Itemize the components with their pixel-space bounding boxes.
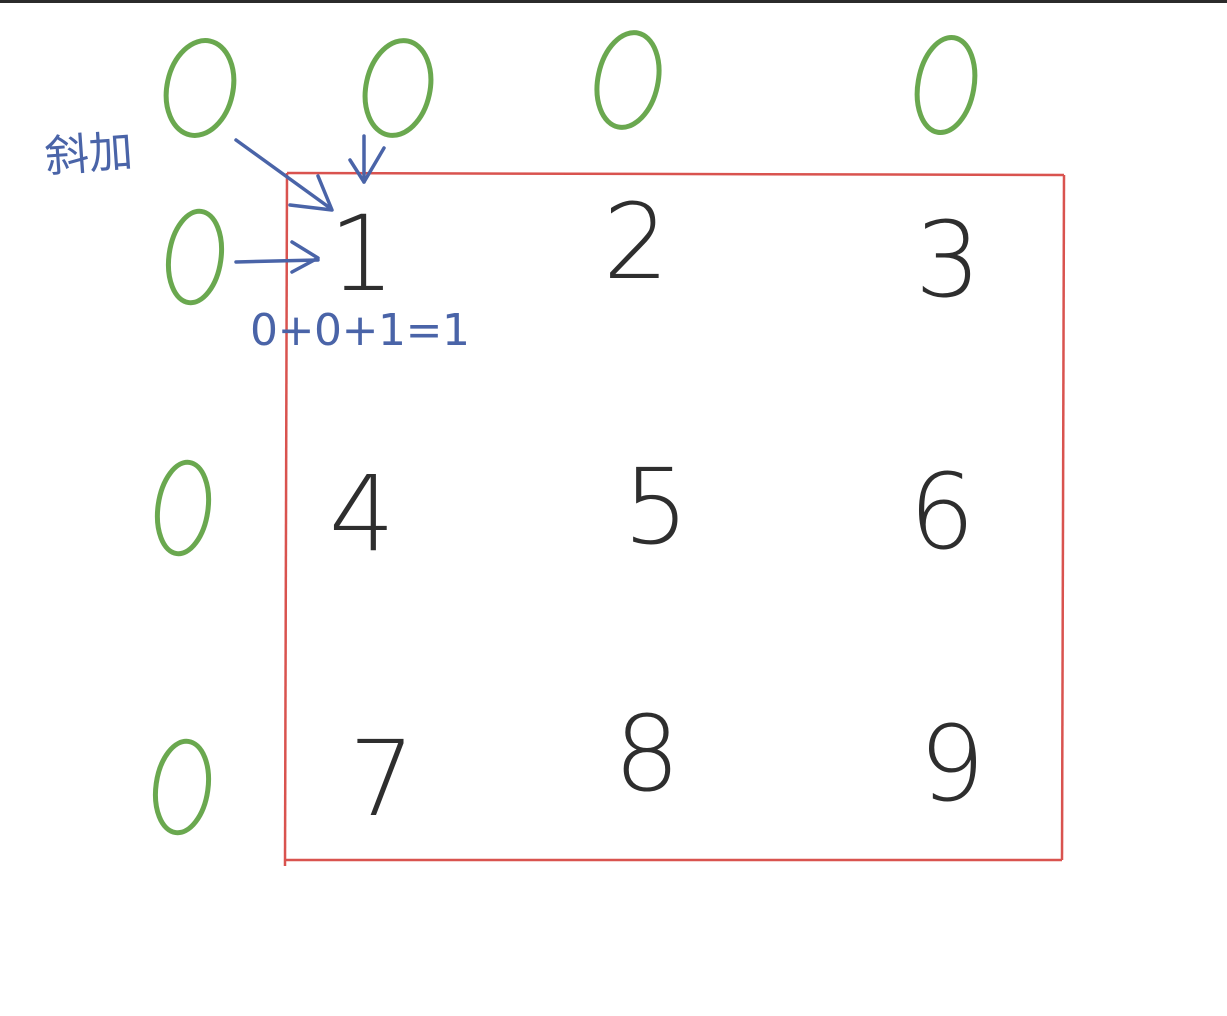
padding-zero-label: 0	[0, 0, 1, 1]
padding-zero-label: 0	[0, 0, 1, 1]
matrix-border-right	[1060, 174, 1066, 861]
matrix-cell: 9	[919, 703, 985, 825]
padding-zero	[165, 208, 225, 306]
corner-label: 斜加	[43, 126, 134, 183]
diagram-canvas: 0 0 0 0 0 0 0 1 2 3 4 5 6 7 8 9 斜加 0+0+1…	[0, 0, 1066, 867]
matrix-border-top	[286, 171, 1065, 177]
matrix-cell: 5	[623, 446, 689, 568]
padding-zero-label: 0	[0, 0, 1, 1]
matrix-cell: 4	[329, 453, 395, 575]
matrix-cell: 3	[915, 199, 981, 321]
padding-zero	[152, 738, 212, 836]
padding-zero	[594, 30, 662, 130]
padding-left-column: 0 0 0	[0, 0, 225, 836]
sum-expression: 0+0+1=1	[250, 305, 470, 356]
padding-zero-label: 0	[0, 0, 1, 1]
padding-zero-label: 0	[0, 0, 1, 1]
right-arrowhead-icon	[290, 240, 320, 274]
matrix-cell: 8	[614, 693, 680, 815]
matrix-border-left	[283, 172, 289, 867]
matrix-cell: 6	[909, 451, 975, 573]
padding-zero-label: 0	[0, 0, 1, 1]
matrix-cell: 1	[329, 193, 395, 315]
padding-zero	[154, 459, 212, 557]
padding-top-row: 0 0 0 0	[0, 0, 978, 138]
right-arrow-icon	[234, 258, 320, 264]
padding-zero	[163, 38, 237, 138]
matrix-cells: 1 2 3 4 5 6 7 8 9	[329, 181, 985, 840]
padding-zero	[914, 34, 978, 136]
matrix-cell: 7	[349, 718, 415, 840]
annotations: 斜加 0+0+1=1	[43, 126, 470, 356]
down-arrowhead-icon	[348, 146, 386, 184]
padding-zero-label: 0	[0, 0, 1, 1]
padding-zero	[362, 38, 434, 138]
matrix-cell: 2	[603, 181, 669, 303]
